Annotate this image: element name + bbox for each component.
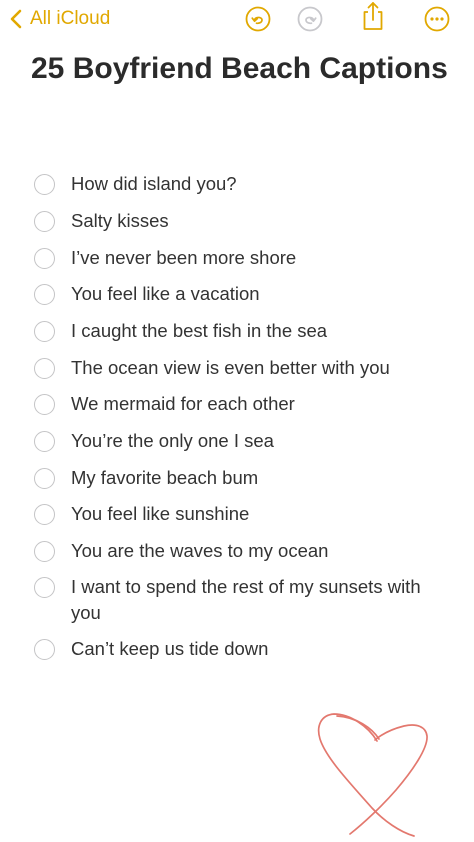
back-label: All iCloud (30, 8, 111, 29)
checkbox-circle[interactable] (34, 541, 55, 562)
more-button[interactable] (424, 6, 450, 32)
checkbox-circle[interactable] (34, 431, 55, 452)
share-button[interactable] (360, 2, 386, 30)
more-icon (424, 6, 450, 32)
back-button[interactable]: All iCloud (10, 6, 110, 32)
checklist-item-text[interactable]: Can’t keep us tide down (71, 636, 441, 662)
checkbox-circle[interactable] (34, 639, 55, 660)
checklist-item-text[interactable]: The ocean view is even better with you (71, 355, 441, 381)
checkbox-circle[interactable] (34, 504, 55, 525)
checkbox-circle[interactable] (34, 358, 55, 379)
checkbox-circle[interactable] (34, 577, 55, 598)
note-toolbar: All iCloud (0, 0, 474, 40)
redo-button[interactable] (297, 6, 323, 32)
undo-icon (245, 6, 271, 32)
checklist-item-text[interactable]: How did island you? (71, 171, 441, 197)
checkbox-circle[interactable] (34, 468, 55, 489)
checklist-item-text[interactable]: I’ve never been more shore (71, 245, 441, 271)
checkbox-circle[interactable] (34, 394, 55, 415)
checklist-item-text[interactable]: You feel like sunshine (71, 501, 441, 527)
share-icon (363, 2, 383, 30)
checkbox-circle[interactable] (34, 284, 55, 305)
checklist-item-text[interactable]: You are the waves to my ocean (71, 538, 441, 564)
checklist-item-text[interactable]: You’re the only one I sea (71, 428, 441, 454)
note-title: 25 Boyfriend Beach Captions (31, 52, 448, 85)
checklist-item-text[interactable]: You feel like a vacation (71, 281, 441, 307)
redo-icon (297, 6, 323, 32)
checkbox-circle[interactable] (34, 174, 55, 195)
checklist-item-text[interactable]: We mermaid for each other (71, 391, 441, 417)
checklist-item-text[interactable]: I want to spend the rest of my sunsets w… (71, 574, 441, 626)
checkbox-circle[interactable] (34, 321, 55, 342)
chevron-left-icon (10, 9, 22, 29)
checkbox-circle[interactable] (34, 211, 55, 232)
checklist-item-text[interactable]: I caught the best fish in the sea (71, 318, 441, 344)
checklist-item-text[interactable]: Salty kisses (71, 208, 441, 234)
undo-button[interactable] (245, 6, 271, 32)
checklist-item-text[interactable]: My favorite beach bum (71, 465, 441, 491)
heart-doodle-icon (317, 713, 428, 837)
checkbox-circle[interactable] (34, 248, 55, 269)
